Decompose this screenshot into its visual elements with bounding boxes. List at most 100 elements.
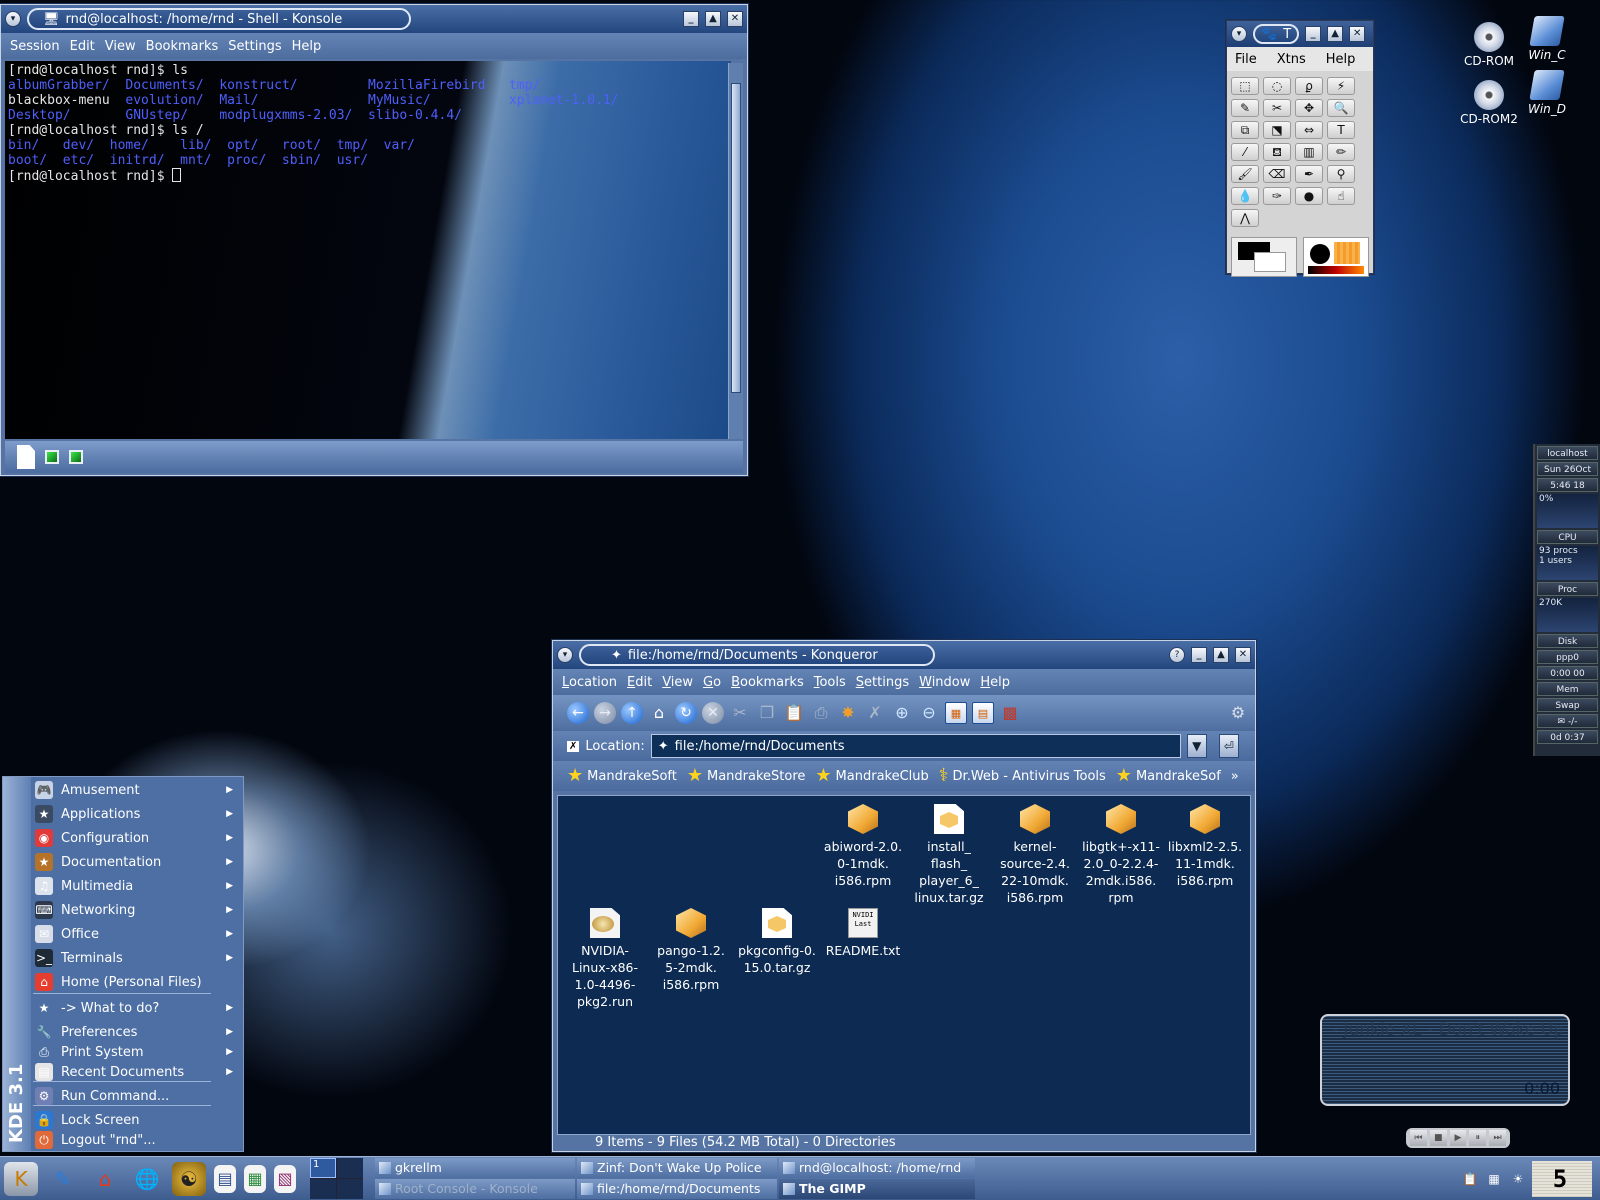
smudge-tool-icon[interactable]: ☝ (1327, 187, 1355, 205)
kmenu-item-lock-screen[interactable]: 🔒 Lock Screen (33, 1109, 239, 1131)
menu-view[interactable]: View (662, 675, 693, 690)
terminal-launcher[interactable]: ☯ (172, 1161, 206, 1196)
file-item[interactable]: pkgconfig-0. 15.0.tar.gz (734, 908, 820, 976)
proc-label[interactable]: Proc (1537, 582, 1598, 596)
close-button[interactable]: ✕ (727, 11, 743, 27)
paintbrush-tool-icon[interactable]: 🖌 (1231, 165, 1259, 183)
pager-desktop-4[interactable] (337, 1179, 363, 1199)
window-menu-button[interactable]: ▾ (557, 647, 573, 663)
bezier-select-tool-icon[interactable]: ✎ (1231, 99, 1259, 117)
gradient-preview[interactable] (1308, 266, 1364, 274)
taskbar-task-rnd-localhost-home-rnd[interactable]: rnd@localhost: /home/rnd (779, 1158, 975, 1178)
cut-icon[interactable]: ✂ (729, 702, 751, 724)
writer-launcher[interactable]: ▤ (214, 1164, 236, 1193)
forward-icon[interactable]: → (594, 702, 616, 724)
menu-bookmarks[interactable]: Bookmarks (146, 39, 219, 54)
menu-help[interactable]: Help (292, 39, 322, 54)
magnify-tool-icon[interactable]: 🔍 (1327, 99, 1355, 117)
kmenu-item-home-personal-files[interactable]: ⌂ Home (Personal Files) (33, 971, 239, 993)
file-icon-view[interactable]: abiword-2.0. 0-1mdk. i586.rpm install_ flash… (557, 795, 1251, 1135)
desktop-icon-win-c[interactable]: Win_C (1512, 16, 1582, 62)
measure-tool-icon[interactable]: ⋀ (1231, 209, 1259, 227)
file-item[interactable]: libxml2-2.5. 11-1mdk. i586.rpm (1162, 804, 1248, 889)
copy-icon[interactable]: ❐ (756, 702, 778, 724)
pager-desktop-1[interactable]: 1 (310, 1158, 336, 1178)
menu-file[interactable]: File (1235, 52, 1257, 67)
brush-pattern-gradient-area[interactable] (1303, 237, 1369, 277)
klipper-icon[interactable]: 📋 (1460, 1169, 1480, 1189)
file-item[interactable]: install_ flash_ player_6_ linux.tar.gz (906, 804, 992, 906)
reload-icon[interactable]: ↻ (675, 702, 697, 724)
scissors-tool-icon[interactable]: ✂ (1263, 99, 1291, 117)
window-menu-button[interactable]: ▾ (1231, 26, 1247, 42)
impress-launcher[interactable]: ▧ (274, 1164, 296, 1193)
home-icon[interactable]: ⌂ (648, 702, 670, 724)
file-item[interactable]: pango-1.2. 5-2mdk. i586.rpm (648, 908, 734, 993)
brush-preview[interactable] (1310, 244, 1330, 264)
prev-button[interactable]: ⏮ (1410, 1130, 1427, 1146)
file-item[interactable]: kernel-source-2.4. 22-10mdk. i586.rpm (992, 804, 1078, 906)
blend-tool-icon[interactable]: ▥ (1295, 143, 1323, 161)
kmenu-item-networking[interactable]: ⌨ Networking ▶ (33, 899, 239, 921)
maximize-button[interactable]: ▲ (1213, 647, 1229, 663)
session-tab-1-icon[interactable] (45, 450, 59, 464)
home-launcher[interactable]: ⌂ (88, 1162, 122, 1196)
taskbar-task-root-console-konsole[interactable]: Root Console - Konsole (375, 1179, 575, 1199)
kmenu-button[interactable]: K (4, 1161, 38, 1196)
kmenu-item-preferences[interactable]: 🔧 Preferences ▶ (33, 1021, 239, 1043)
kmenu-item-documentation[interactable]: ★ Documentation ▶ (33, 851, 239, 873)
delete-icon[interactable]: ✗ (864, 702, 886, 724)
desktop-icon-win-d[interactable]: Win_D (1512, 70, 1582, 116)
flip-tool-icon[interactable]: ⇔ (1295, 121, 1323, 139)
clone-tool-icon[interactable]: ⚲ (1327, 165, 1355, 183)
up-icon[interactable]: ↑ (621, 702, 643, 724)
convolve-tool-icon[interactable]: 💧 (1231, 187, 1259, 205)
kmenu-item-run-command[interactable]: ⚙ Run Command... (33, 1085, 239, 1107)
korganizer-icon[interactable]: ▦ (1484, 1169, 1504, 1189)
bookmark-dr-web-antivirus-tools[interactable]: ⚕ Dr.Web - Antivirus Tools (939, 767, 1106, 785)
menu-location[interactable]: Location (562, 675, 617, 690)
konqueror-launcher[interactable]: 🌐 (130, 1162, 164, 1196)
pencil-tool-icon[interactable]: ✏ (1327, 143, 1355, 161)
clock[interactable]: 5 46 (1532, 1161, 1592, 1197)
taskbar-task-gkrellm[interactable]: gkrellm (375, 1158, 575, 1178)
kmenu-item-what-to-do[interactable]: ★ -> What to do? ▶ (33, 997, 239, 1019)
kmenu-item-terminals[interactable]: >_ Terminals ▶ (33, 947, 239, 969)
location-input[interactable]: ✦ file:/home/rnd/Documents (650, 734, 1181, 758)
zoom-out-icon[interactable]: ⊖ (918, 702, 940, 724)
window-menu-button[interactable]: ▾ (5, 11, 21, 27)
menu-edit[interactable]: Edit (70, 39, 95, 54)
file-item[interactable]: abiword-2.0. 0-1mdk. i586.rpm (820, 804, 906, 889)
rect-select-tool-icon[interactable]: ⬚ (1231, 77, 1259, 95)
help-button[interactable]: ? (1169, 647, 1185, 663)
mail-monitor[interactable]: ✉ -/- (1537, 714, 1598, 728)
dodge-burn-tool-icon[interactable]: ● (1295, 187, 1323, 205)
menu-settings[interactable]: Settings (228, 39, 281, 54)
next-button[interactable]: ⏭ (1489, 1130, 1506, 1146)
kmenu-item-multimedia[interactable]: ♫ Multimedia ▶ (33, 875, 239, 897)
icon-view-icon[interactable]: ▦ (945, 702, 967, 724)
konqueror-titlebar[interactable]: ▾ ✦ file:/home/rnd/Documents - Konqueror… (553, 641, 1255, 669)
more-bookmarks-chevron[interactable]: » (1231, 769, 1239, 784)
print-icon[interactable]: ⎙ (810, 702, 832, 724)
fuzzy-select-tool-icon[interactable]: ⚡ (1327, 77, 1355, 95)
kmenu-item-recent-documents[interactable]: ▤ Recent Documents ▶ (33, 1061, 239, 1083)
menu-window[interactable]: Window (919, 675, 970, 690)
kmenu-item-logout-rnd[interactable]: ⏻ Logout "rnd"... (33, 1129, 239, 1151)
zoom-in-icon[interactable]: ⊕ (891, 702, 913, 724)
bookmark-mandrakeclub[interactable]: ★ MandrakeClub (815, 767, 928, 785)
close-button[interactable]: ✕ (1235, 647, 1251, 663)
session-tab-2-icon[interactable] (69, 450, 83, 464)
menu-xtns[interactable]: Xtns (1277, 52, 1306, 67)
play-button[interactable]: ▶ (1449, 1130, 1467, 1146)
cpu-label[interactable]: CPU (1537, 530, 1598, 544)
stop-icon[interactable]: ✕ (702, 702, 724, 724)
menu-view[interactable]: View (105, 39, 136, 54)
airbrush-tool-icon[interactable]: ✒ (1295, 165, 1323, 183)
kmenu-item-print-system[interactable]: ⎙ Print System ▶ (33, 1041, 239, 1063)
pager-desktop-3[interactable] (310, 1179, 336, 1199)
background-color[interactable] (1254, 252, 1286, 272)
menu-help[interactable]: Help (1326, 52, 1356, 67)
tree-view-icon[interactable]: ▤ (972, 702, 994, 724)
pager-desktop-2[interactable] (337, 1158, 363, 1178)
